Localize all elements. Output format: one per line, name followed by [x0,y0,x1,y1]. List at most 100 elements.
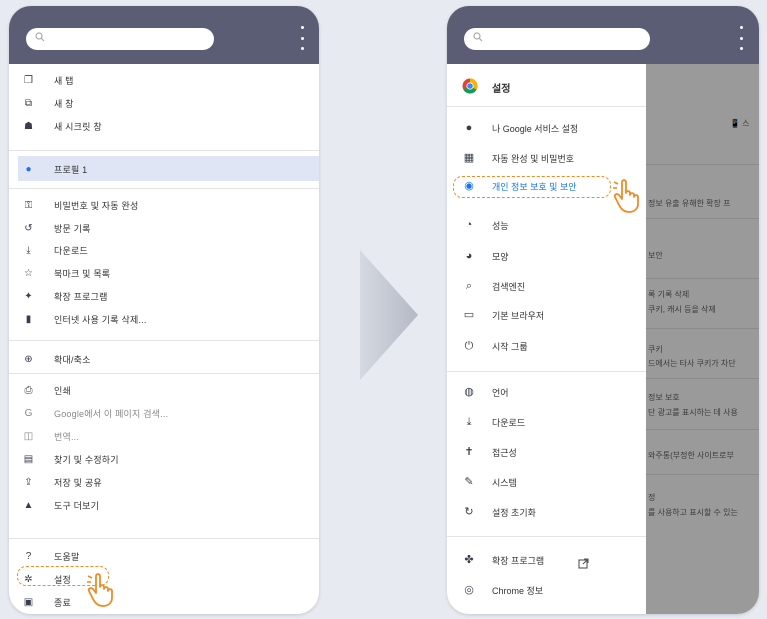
browser-icon: ▭ [463,309,475,321]
settings-item-label: 자동 완성 및 비밀번호 [492,154,575,164]
menu-item-help[interactable]: ? 도움말 [9,545,319,567]
speedometer-icon: ◔ [465,219,473,231]
incognito-icon: ☗ [24,120,33,132]
search-icon [35,32,45,42]
settings-item-wrench[interactable]: ✎ 시스템 [447,470,647,494]
settings-item-clipboard[interactable]: ▦ 자동 완성 및 비밀번호 [447,146,647,170]
settings-item-label: 다운로드 [492,418,526,428]
menu-item-label: 새 시크릿 창 [54,121,102,132]
download-icon: ⤓ [466,416,472,428]
settings-item-label: 시스템 [492,478,517,488]
toolbar [447,6,759,64]
menu-item-google[interactable]: G Google에서 이 페이지 검색... [9,402,319,424]
settings-item-label: 나 Google 서비스 설정 [492,124,579,134]
menu-item-tools[interactable]: ▲ 도구 더보기 [9,494,319,516]
menu-item-label: 방문 기록 [54,223,91,234]
settings-item-download[interactable]: ⤓ 다운로드 [447,410,647,434]
puzzle-icon: ✤ [464,554,474,566]
bg-divider [646,378,759,379]
settings-item-accessibility[interactable]: ✝ 접근성 [447,440,647,464]
divider [9,340,319,341]
settings-item-speedometer[interactable]: ◔ 성능 [447,213,647,237]
settings-item-power[interactable]: ⏻ 시작 그룹 [447,334,647,358]
settings-item-label: 시작 그룹 [492,342,528,352]
menu-item-extension[interactable]: ✦ 확장 프로그램 [9,285,319,307]
menu-item-new-tab[interactable]: ❐ 새 탭 [9,69,319,91]
next-step-arrow-icon [360,250,418,380]
divider [9,538,319,539]
menu-item-translate[interactable]: ◫ 번역... [9,425,319,447]
power-icon: ⏻ [464,340,474,352]
menu-item-save-share[interactable]: ⇪ 저장 및 공유 [9,471,319,493]
search-icon [473,32,483,42]
menu-item-star[interactable]: ☆ 북마크 및 목록 [9,262,319,284]
bg-text: 드에서는 타사 쿠키가 차단 [648,359,736,368]
bg-divider [646,328,759,329]
menu-item-label: 새 창 [54,98,74,109]
menu-item-label: 도움말 [54,551,80,562]
person-icon: ● [465,122,473,134]
wrench-icon: ✎ [464,476,474,488]
menu-item-history[interactable]: ↺ 방문 기록 [9,217,319,239]
clipboard-icon: ▦ [463,152,475,164]
accessibility-icon: ✝ [464,446,474,458]
bg-text: 를 사용하고 표시할 수 있는 [648,508,738,517]
address-bar[interactable] [26,28,214,50]
history-icon: ↺ [24,222,33,234]
key-icon: ⚿ [24,199,33,211]
menu-item-key[interactable]: ⚿ 비밀번호 및 자동 완성 [9,194,319,216]
new-tab-icon: ❐ [24,74,33,86]
settings-item-label: 모양 [492,252,509,262]
address-bar[interactable] [464,28,650,50]
menu-item-label: 확대/축소 [54,354,91,365]
settings-item-search[interactable]: ⌕ 검색엔진 [447,274,647,298]
menu-item-label: Google에서 이 페이지 검색... [54,408,169,419]
settings-item-chrome[interactable]: ◎ Chrome 정보 [447,578,647,602]
bg-divider [646,218,759,219]
bg-text: 쿠키 [648,345,663,354]
divider [9,373,319,374]
download-icon: ⤓ [26,244,31,256]
menu-item-incognito[interactable]: ☗ 새 시크릿 창 [9,115,319,137]
menu-item-find-edit[interactable]: ▤ 찾기 및 수정하기 [9,448,319,470]
globe-icon: ◍ [464,386,474,398]
palette-icon: ◕ [465,250,473,262]
menu-item-label: 비밀번호 및 자동 완성 [54,200,139,211]
bg-text: 보안 [648,251,663,260]
settings-item-globe[interactable]: ◍ 언어 [447,380,647,404]
menu-item-trash[interactable]: ▮ 인터넷 사용 기록 삭제... [9,308,319,330]
bg-text: 정 [648,493,656,502]
settings-header: 설정 [447,74,647,98]
menu-item-exit[interactable]: ▣ 종료 [9,591,319,613]
bg-divider [646,164,759,165]
divider [447,371,646,372]
menu-item-zoom[interactable]: ⊕ 확대/축소 [9,348,319,370]
more-menu-button[interactable] [299,26,305,50]
profile-icon: ● [25,163,32,175]
zoom-icon: ⊕ [24,353,33,365]
bg-text: 📱 스 [730,119,750,128]
star-icon: ☆ [24,267,33,279]
settings-item-label: 설정 초기화 [492,508,536,518]
settings-item-browser[interactable]: ▭ 기본 브라우저 [447,303,647,327]
bg-text: 단 광고를 표시하는 데 사용 [648,408,738,417]
settings-item-person[interactable]: ● 나 Google 서비스 설정 [447,116,647,140]
menu-item-download[interactable]: ⤓ 다운로드 [9,239,319,261]
menu-item-new-window[interactable]: ⧉ 새 창 [9,92,319,114]
pointing-hand-icon [87,573,113,607]
settings-item-label: 접근성 [492,448,517,458]
settings-item-label: 확장 프로그램 [492,556,545,566]
more-menu-button[interactable] [738,26,744,50]
settings-item-palette[interactable]: ◕ 모양 [447,244,647,268]
settings-item-label: 성능 [492,221,509,231]
menu-item-profile[interactable]: ● 프로필 1 [9,158,319,180]
menu-item-print[interactable]: ⎙ 인쇄 [9,379,319,401]
menu-item-label: 도구 더보기 [54,500,100,511]
extension-icon: ✦ [24,290,33,302]
settings-item-label: 검색엔진 [492,282,526,292]
reset-icon: ↻ [464,506,474,518]
menu-item-label: 인쇄 [54,385,71,396]
divider [9,150,319,151]
settings-item-puzzle[interactable]: ✤ 확장 프로그램 [447,548,647,572]
settings-item-reset[interactable]: ↻ 설정 초기화 [447,500,647,524]
